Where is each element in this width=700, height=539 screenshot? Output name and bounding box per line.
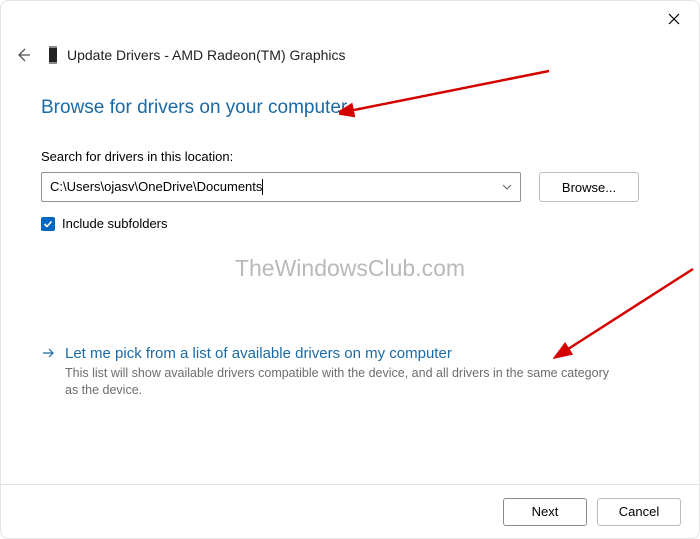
dialog-footer: Next Cancel xyxy=(1,484,699,538)
wizard-title: Update Drivers - AMD Radeon(TM) Graphics xyxy=(67,47,346,63)
close-button[interactable] xyxy=(659,7,689,31)
cancel-button[interactable]: Cancel xyxy=(597,498,681,526)
next-button[interactable]: Next xyxy=(503,498,587,526)
pick-option-description: This list will show available drivers co… xyxy=(65,365,625,399)
device-icon xyxy=(49,46,57,64)
watermark-text: TheWindowsClub.com xyxy=(1,255,699,282)
search-location-value: C:\Users\ojasv\OneDrive\Documents xyxy=(50,179,496,196)
text-caret xyxy=(262,179,263,195)
search-location-combobox[interactable]: C:\Users\ojasv\OneDrive\Documents xyxy=(41,172,521,202)
page-heading: Browse for drivers on your computer xyxy=(41,97,659,119)
chevron-down-icon[interactable] xyxy=(496,182,512,193)
include-subfolders-checkbox[interactable]: Include subfolders xyxy=(41,216,659,231)
pick-from-list-option[interactable]: Let me pick from a list of available dri… xyxy=(41,345,659,399)
back-button[interactable] xyxy=(13,45,33,65)
include-subfolders-label: Include subfolders xyxy=(62,216,168,231)
checkbox-checked-icon xyxy=(41,217,55,231)
browse-button[interactable]: Browse... xyxy=(539,172,639,202)
pick-option-title: Let me pick from a list of available dri… xyxy=(65,345,625,362)
search-location-label: Search for drivers in this location: xyxy=(41,149,659,164)
arrow-right-icon xyxy=(41,346,55,365)
